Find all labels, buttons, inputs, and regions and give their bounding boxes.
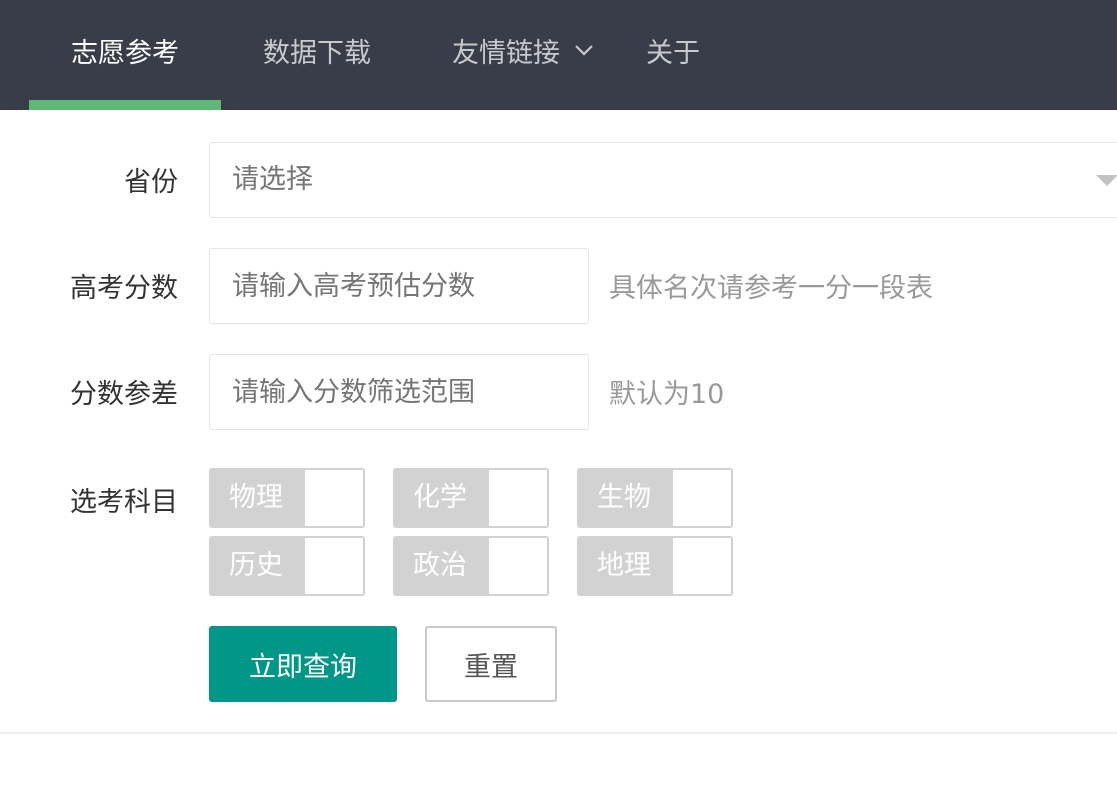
switch-knob — [305, 470, 363, 526]
nav-item-about[interactable]: 关于 — [633, 0, 713, 100]
query-button[interactable]: 立即查询 — [209, 626, 397, 702]
province-select[interactable]: 请选择 — [209, 142, 1117, 218]
reset-button[interactable]: 重置 — [425, 626, 557, 702]
subjects-label: 选考科目 — [70, 487, 178, 518]
nav-item-label: 志愿参考 — [71, 37, 179, 69]
caret-down-icon — [1096, 175, 1117, 186]
subject-switch-biology[interactable]: 生物 — [577, 468, 733, 528]
switch-label: 政治 — [413, 550, 467, 581]
province-label: 省份 — [124, 167, 178, 198]
score-range-label: 分数参差 — [70, 379, 178, 410]
chevron-down-icon — [575, 45, 593, 56]
switch-knob — [673, 470, 731, 526]
nav-item-data-download[interactable]: 数据下载 — [221, 0, 413, 100]
switch-label: 生物 — [597, 482, 651, 513]
nav-item-label: 友情链接 — [452, 37, 560, 69]
divider — [0, 732, 1117, 734]
score-label: 高考分数 — [70, 273, 178, 304]
nav-item-volunteer-reference[interactable]: 志愿参考 — [29, 0, 221, 100]
switch-knob — [673, 538, 731, 594]
score-hint: 具体名次请参考一分一段表 — [609, 273, 933, 304]
subject-switch-history[interactable]: 历史 — [209, 536, 365, 596]
subject-switch-geography[interactable]: 地理 — [577, 536, 733, 596]
score-input[interactable] — [209, 248, 589, 324]
switch-knob — [489, 470, 547, 526]
switch-label: 化学 — [413, 482, 467, 513]
active-nav-indicator — [29, 100, 221, 110]
subject-switch-physics[interactable]: 物理 — [209, 468, 365, 528]
nav-item-label: 关于 — [646, 37, 700, 69]
top-navigation: 志愿参考 数据下载 友情链接 关于 — [0, 0, 1117, 110]
switch-label: 物理 — [229, 482, 283, 513]
score-range-hint: 默认为10 — [609, 379, 725, 410]
subject-switch-politics[interactable]: 政治 — [393, 536, 549, 596]
province-select-value: 请选择 — [232, 164, 313, 195]
switch-label: 历史 — [229, 550, 283, 581]
nav-item-friendly-links[interactable]: 友情链接 — [413, 0, 633, 100]
switch-knob — [305, 538, 363, 594]
switch-label: 地理 — [597, 550, 651, 581]
switch-knob — [489, 538, 547, 594]
subject-switch-chemistry[interactable]: 化学 — [393, 468, 549, 528]
score-range-input[interactable] — [209, 354, 589, 430]
nav-item-label: 数据下载 — [263, 37, 371, 69]
